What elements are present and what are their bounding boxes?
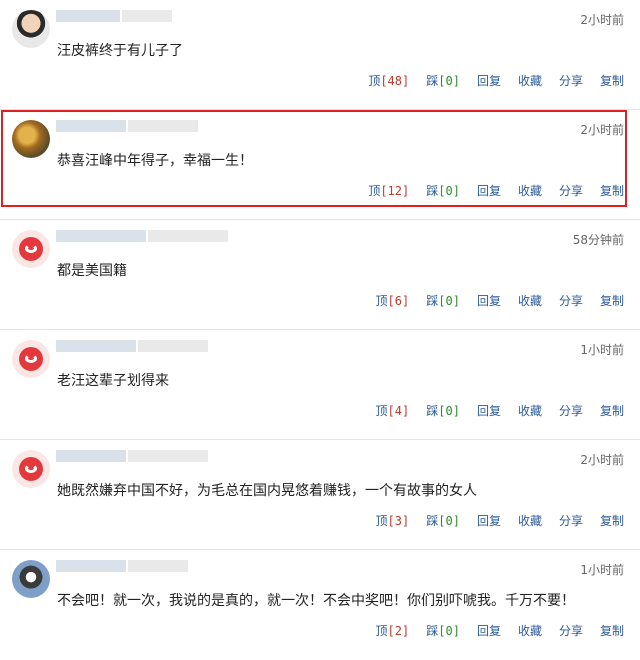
comment-time: 1小时前	[580, 563, 624, 577]
username-blurred[interactable]	[56, 450, 208, 464]
share-button[interactable]: 分享	[559, 182, 583, 199]
downvote-button[interactable]: 踩[0]	[426, 512, 460, 529]
favorite-button[interactable]: 收藏	[518, 182, 542, 199]
site-logo-icon	[19, 237, 43, 261]
favorite-button[interactable]: 收藏	[518, 402, 542, 419]
user-avatar[interactable]	[12, 560, 50, 598]
reply-button[interactable]: 回复	[477, 182, 501, 199]
downvote-button[interactable]: 踩[0]	[426, 72, 460, 89]
username-blurred[interactable]	[56, 10, 172, 24]
share-button[interactable]: 分享	[559, 402, 583, 419]
comment-item: 1小时前 老汪这辈子划得来 顶[4] 踩[0] 回复 收藏 分享 复制	[0, 330, 640, 440]
downvote-button[interactable]: 踩[0]	[426, 622, 460, 639]
share-button[interactable]: 分享	[559, 622, 583, 639]
reply-button[interactable]: 回复	[477, 402, 501, 419]
favorite-button[interactable]: 收藏	[518, 72, 542, 89]
username-blurred[interactable]	[56, 120, 198, 134]
default-avatar[interactable]	[12, 450, 50, 488]
comment-actions: 顶[48] 踩[0] 回复 收藏 分享 复制	[368, 72, 624, 89]
copy-button[interactable]: 复制	[600, 182, 624, 199]
upvote-button[interactable]: 顶[3]	[376, 512, 410, 529]
comment-text: 都是美国籍	[57, 263, 127, 279]
favorite-button[interactable]: 收藏	[518, 512, 542, 529]
downvote-button[interactable]: 踩[0]	[426, 182, 460, 199]
comment-actions: 顶[2] 踩[0] 回复 收藏 分享 复制	[376, 622, 624, 639]
comment-actions: 顶[3] 踩[0] 回复 收藏 分享 复制	[376, 512, 624, 529]
upvote-button[interactable]: 顶[12]	[368, 182, 409, 199]
copy-button[interactable]: 复制	[600, 72, 624, 89]
user-avatar[interactable]	[12, 10, 50, 48]
reply-button[interactable]: 回复	[477, 72, 501, 89]
comment-actions: 顶[12] 踩[0] 回复 收藏 分享 复制	[368, 182, 624, 199]
copy-button[interactable]: 复制	[600, 622, 624, 639]
comment-time: 2小时前	[580, 13, 624, 27]
comment-item: 2小时前 她既然嫌弃中国不好，为毛总在国内晃悠着赚钱，一个有故事的女人 顶[3]…	[0, 440, 640, 550]
upvote-button[interactable]: 顶[4]	[376, 402, 410, 419]
comment-text: 汪皮裤终于有儿子了	[57, 43, 183, 59]
copy-button[interactable]: 复制	[600, 402, 624, 419]
site-logo-icon	[19, 347, 43, 371]
comment-text: 她既然嫌弃中国不好，为毛总在国内晃悠着赚钱，一个有故事的女人	[57, 483, 477, 499]
comment-item: 58分钟前 都是美国籍 顶[6] 踩[0] 回复 收藏 分享 复制	[0, 220, 640, 330]
favorite-button[interactable]: 收藏	[518, 622, 542, 639]
username-blurred[interactable]	[56, 560, 188, 574]
copy-button[interactable]: 复制	[600, 512, 624, 529]
share-button[interactable]: 分享	[559, 512, 583, 529]
copy-button[interactable]: 复制	[600, 292, 624, 309]
share-button[interactable]: 分享	[559, 292, 583, 309]
reply-button[interactable]: 回复	[477, 512, 501, 529]
comment-text: 老汪这辈子划得来	[57, 373, 169, 389]
comment-text: 恭喜汪峰中年得子，幸福一生！	[57, 153, 253, 169]
comment-actions: 顶[4] 踩[0] 回复 收藏 分享 复制	[376, 402, 624, 419]
upvote-button[interactable]: 顶[2]	[376, 622, 410, 639]
favorite-button[interactable]: 收藏	[518, 292, 542, 309]
comment-item-highlighted: 2小时前 恭喜汪峰中年得子，幸福一生！ 顶[12] 踩[0] 回复 收藏 分享 …	[0, 110, 640, 220]
comment-actions: 顶[6] 踩[0] 回复 收藏 分享 复制	[376, 292, 624, 309]
comment-text: 不会吧！就一次，我说的是真的，就一次！不会中奖吧！你们别吓唬我。千万不要！	[57, 593, 575, 609]
reply-button[interactable]: 回复	[477, 292, 501, 309]
upvote-button[interactable]: 顶[48]	[368, 72, 409, 89]
reply-button[interactable]: 回复	[477, 622, 501, 639]
downvote-button[interactable]: 踩[0]	[426, 292, 460, 309]
upvote-button[interactable]: 顶[6]	[376, 292, 410, 309]
comment-time: 58分钟前	[572, 233, 624, 247]
comment-list: 2小时前 汪皮裤终于有儿子了 顶[48] 踩[0] 回复 收藏 分享 复制 2小…	[0, 0, 640, 657]
comment-time: 2小时前	[580, 453, 624, 467]
username-blurred[interactable]	[56, 230, 228, 244]
username-blurred[interactable]	[56, 340, 208, 354]
default-avatar[interactable]	[12, 340, 50, 378]
downvote-button[interactable]: 踩[0]	[426, 402, 460, 419]
share-button[interactable]: 分享	[559, 72, 583, 89]
comment-item: 2小时前 汪皮裤终于有儿子了 顶[48] 踩[0] 回复 收藏 分享 复制	[0, 0, 640, 110]
default-avatar[interactable]	[12, 230, 50, 268]
comment-time: 2小时前	[580, 123, 624, 137]
comment-item: 1小时前 不会吧！就一次，我说的是真的，就一次！不会中奖吧！你们别吓唬我。千万不…	[0, 550, 640, 660]
site-logo-icon	[19, 457, 43, 481]
user-avatar[interactable]	[12, 120, 50, 158]
comment-time: 1小时前	[580, 343, 624, 357]
